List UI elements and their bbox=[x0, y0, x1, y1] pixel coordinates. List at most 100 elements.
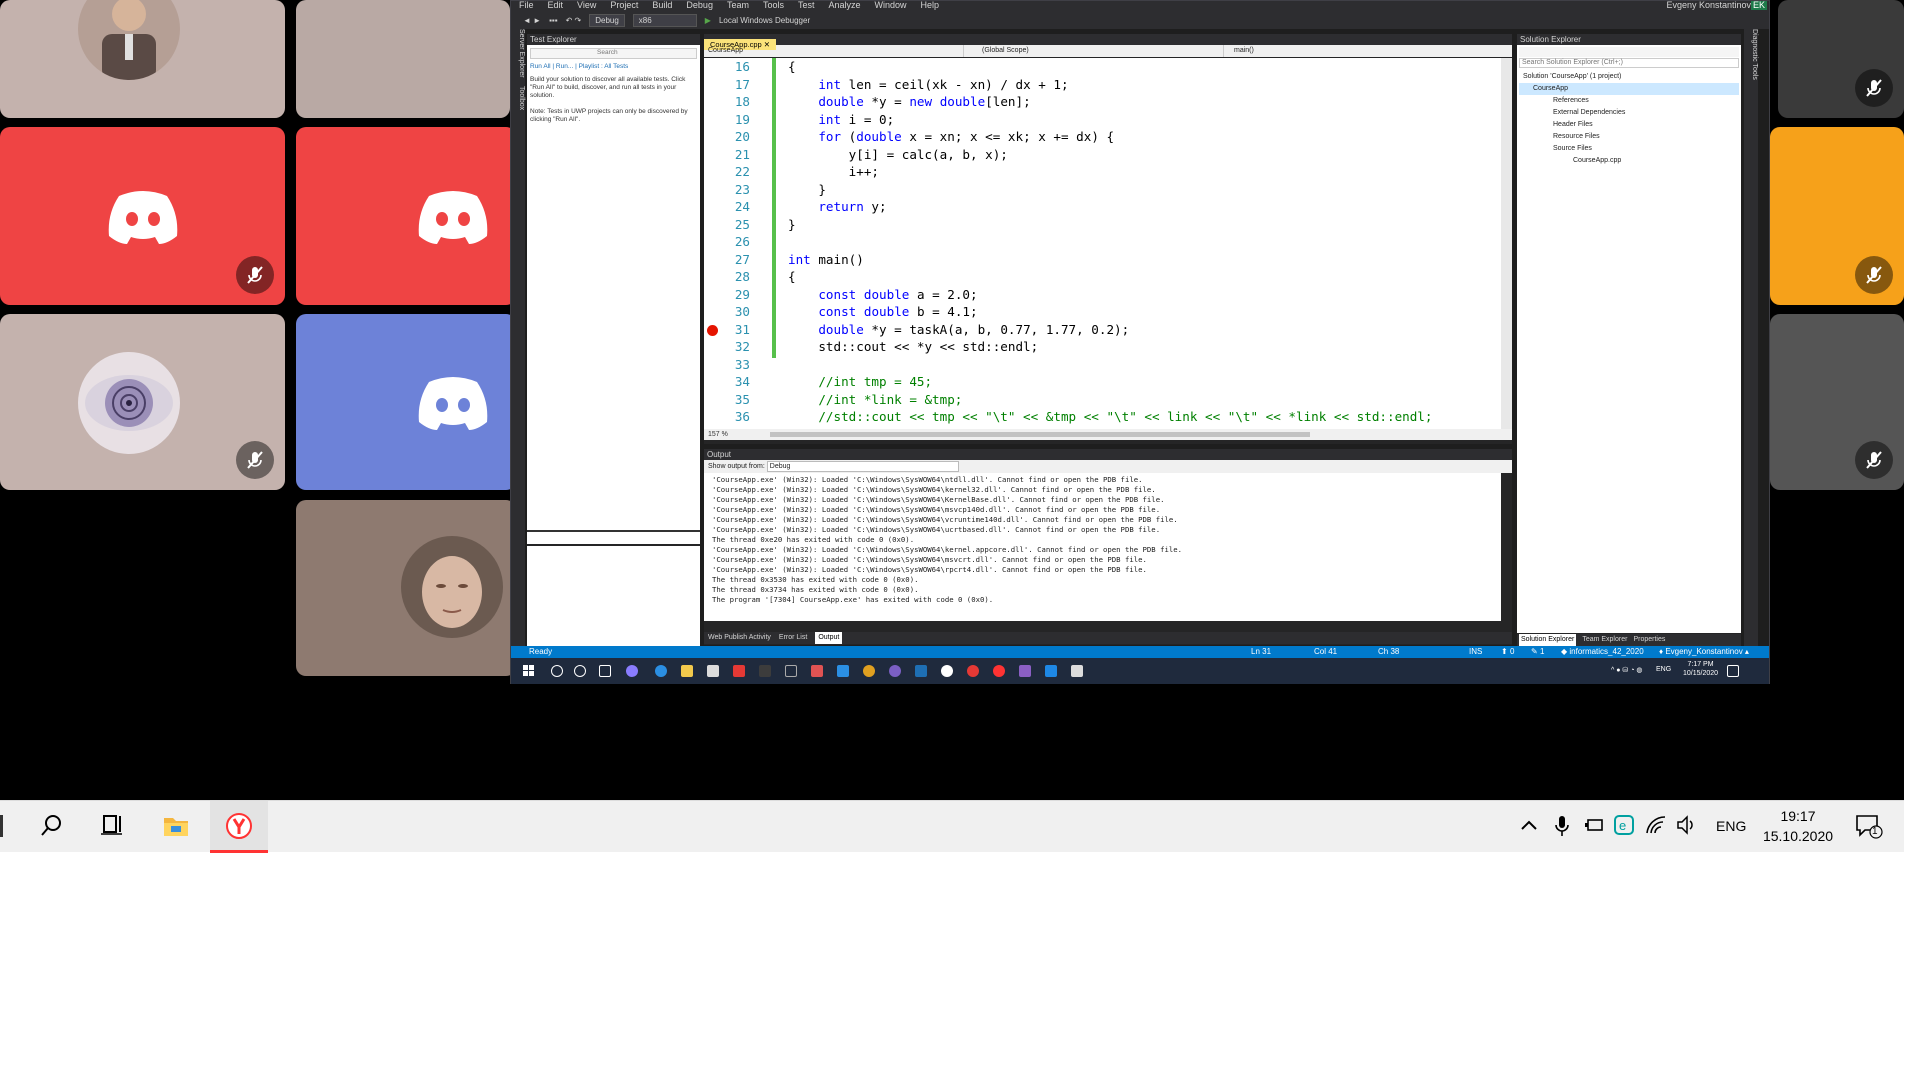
status-user[interactable]: ♦ Evgeny_Konstantinov ▴ bbox=[1659, 646, 1749, 658]
inner-tray-icons[interactable]: ^ ● ⛁ ◔ ◍ bbox=[1611, 666, 1643, 674]
playlist-link[interactable]: Playlist : All Tests bbox=[579, 63, 629, 70]
status-pencil-count[interactable]: ✎ 1 bbox=[1531, 646, 1544, 658]
language-indicator[interactable]: ENG bbox=[1716, 818, 1746, 834]
code-line[interactable]: 17 int len = ceil(xk - xn) / dx + 1; bbox=[704, 76, 1501, 94]
tree-resource-files[interactable]: Resource Files bbox=[1519, 131, 1739, 143]
menu-team[interactable]: Team bbox=[727, 1, 749, 11]
task-view-icon[interactable] bbox=[100, 813, 124, 837]
task-view-icon[interactable] bbox=[599, 665, 611, 677]
app-icon-5[interactable] bbox=[941, 665, 953, 677]
code-line[interactable]: 29 const double a = 2.0; bbox=[704, 286, 1501, 304]
participant-tile-eye-avatar[interactable] bbox=[0, 314, 285, 490]
platform-select[interactable]: x86 bbox=[632, 13, 697, 27]
tree-project[interactable]: CourseApp bbox=[1519, 83, 1739, 95]
code-line[interactable]: 24 return y; bbox=[704, 198, 1501, 216]
diagnostic-tools-tab[interactable]: Diagnostic Tools bbox=[1751, 29, 1758, 80]
code-line[interactable]: 21 y[i] = calc(a, b, x); bbox=[704, 146, 1501, 164]
code-line[interactable]: 28 { bbox=[704, 268, 1501, 286]
app-icon-3[interactable] bbox=[785, 665, 797, 677]
config-select[interactable]: Debug bbox=[589, 13, 625, 27]
play-icon[interactable]: ▶ bbox=[705, 16, 711, 25]
battery-icon[interactable] bbox=[1584, 817, 1604, 835]
participant-tile-discord-red-2[interactable] bbox=[296, 127, 516, 305]
participant-tile-right-3[interactable] bbox=[1770, 314, 1904, 490]
start-button-edge[interactable] bbox=[0, 815, 3, 837]
app-icon-1[interactable] bbox=[626, 665, 638, 677]
solution-search-input[interactable]: Search Solution Explorer (Ctrl+;) bbox=[1519, 58, 1739, 68]
menu-build[interactable]: Build bbox=[652, 1, 672, 11]
tab-team-explorer[interactable]: Team Explorer bbox=[1582, 634, 1627, 646]
app-icon-8[interactable] bbox=[1071, 665, 1083, 677]
microphone-icon[interactable] bbox=[1554, 815, 1570, 837]
app-icon-2[interactable] bbox=[733, 665, 745, 677]
menu-test[interactable]: Test bbox=[798, 1, 815, 11]
menu-view[interactable]: View bbox=[577, 1, 596, 11]
code-editor[interactable]: 16{17 int len = ceil(xk - xn) / dx + 1; 1… bbox=[704, 58, 1501, 429]
participant-tile-top-right[interactable] bbox=[1778, 0, 1904, 118]
code-line[interactable]: 16 { bbox=[704, 58, 1501, 76]
code-line[interactable]: 26 bbox=[704, 233, 1501, 251]
visual-studio-icon[interactable] bbox=[1019, 665, 1031, 677]
chrome-icon[interactable] bbox=[863, 665, 875, 677]
code-line[interactable]: 35 //int *link = &tmp; bbox=[704, 391, 1501, 409]
menu-file[interactable]: File bbox=[519, 1, 534, 11]
tree-source-files[interactable]: Source Files bbox=[1519, 143, 1739, 155]
vscode-icon[interactable] bbox=[837, 665, 849, 677]
show-hidden-icons-chevron[interactable] bbox=[1520, 817, 1538, 835]
menu-project[interactable]: Project bbox=[610, 1, 638, 11]
nav-scope-select[interactable]: (Global Scope) bbox=[964, 45, 1224, 57]
code-line[interactable]: 22 i++; bbox=[704, 163, 1501, 181]
participant-tile-discord-red-1[interactable] bbox=[0, 127, 285, 305]
code-line[interactable]: 34 //int tmp = 45; bbox=[704, 373, 1501, 391]
run-all-link[interactable]: Run All bbox=[530, 63, 551, 70]
status-repo[interactable]: ◆ informatics_42_2020 bbox=[1561, 646, 1644, 658]
code-line[interactable]: 27 int main() bbox=[704, 251, 1501, 269]
tree-courseapp-cpp[interactable]: CourseApp.cpp bbox=[1519, 155, 1739, 167]
status-up-count[interactable]: ⬆ 0 bbox=[1501, 646, 1514, 658]
tree-solution[interactable]: Solution 'CourseApp' (1 project) bbox=[1519, 71, 1739, 83]
tree-header-files[interactable]: Header Files bbox=[1519, 119, 1739, 131]
notifications-icon[interactable] bbox=[1855, 813, 1883, 839]
output-source-select[interactable]: Debug bbox=[766, 461, 959, 472]
participant-tile-discord-blurple[interactable] bbox=[296, 314, 516, 490]
search-icon[interactable] bbox=[40, 813, 64, 837]
windows-start-icon[interactable] bbox=[523, 665, 535, 677]
system-clock[interactable]: 19:17 15.10.2020 bbox=[1762, 806, 1834, 846]
menu-analyze[interactable]: Analyze bbox=[829, 1, 861, 11]
participant-tile-face[interactable] bbox=[296, 500, 516, 676]
file-explorer-icon[interactable] bbox=[163, 813, 189, 837]
save-icon[interactable]: ▪▪▪ bbox=[549, 16, 558, 25]
app-icon-4[interactable] bbox=[811, 665, 823, 677]
search-icon[interactable] bbox=[551, 665, 563, 677]
tab-error-list[interactable]: Error List bbox=[779, 632, 807, 644]
code-line[interactable]: 19 int i = 0; bbox=[704, 111, 1501, 129]
breakpoint-icon[interactable] bbox=[707, 324, 718, 336]
participant-tile-avatar-suit[interactable] bbox=[0, 0, 285, 118]
app-icon-6[interactable] bbox=[967, 665, 979, 677]
run-link[interactable]: Run... bbox=[556, 63, 573, 70]
inner-lang[interactable]: ENG bbox=[1656, 666, 1671, 673]
code-line[interactable]: 30 const double b = 4.1; bbox=[704, 303, 1501, 321]
code-line[interactable]: 25} bbox=[704, 216, 1501, 234]
outlook-icon[interactable] bbox=[915, 665, 927, 677]
menu-window[interactable]: Window bbox=[875, 1, 907, 11]
inner-clock[interactable]: 7:17 PM 10/15/2020 bbox=[1683, 660, 1718, 678]
code-line[interactable]: 18 double *y = new double[len]; bbox=[704, 93, 1501, 111]
menu-debug[interactable]: Debug bbox=[686, 1, 713, 11]
test-search-input[interactable]: Search bbox=[530, 48, 697, 59]
tree-external-deps[interactable]: External Dependencies bbox=[1519, 107, 1739, 119]
tab-solution-explorer[interactable]: Solution Explorer bbox=[1519, 634, 1577, 646]
terminal-icon[interactable] bbox=[759, 665, 771, 677]
code-line[interactable]: 33 bbox=[704, 356, 1501, 374]
editor-horizontal-scrollbar[interactable] bbox=[769, 431, 1310, 437]
inner-notifications-icon[interactable] bbox=[1727, 665, 1739, 677]
ide-user-initials[interactable]: EK bbox=[1750, 1, 1767, 10]
code-line[interactable]: 36 //std::cout << tmp << "\t" << &tmp <<… bbox=[704, 408, 1501, 426]
toolbox-tab[interactable]: Toolbox bbox=[518, 86, 525, 110]
debugger-button[interactable]: Local Windows Debugger bbox=[719, 16, 810, 25]
yandex-browser-button[interactable] bbox=[210, 801, 268, 853]
tree-references[interactable]: References bbox=[1519, 95, 1739, 107]
tab-web-publish[interactable]: Web Publish Activity bbox=[708, 632, 771, 644]
code-line[interactable]: 20 for (double x = xn; x <= xk; x += dx)… bbox=[704, 128, 1501, 146]
undo-icon[interactable]: ↶ ↷ bbox=[566, 16, 582, 25]
